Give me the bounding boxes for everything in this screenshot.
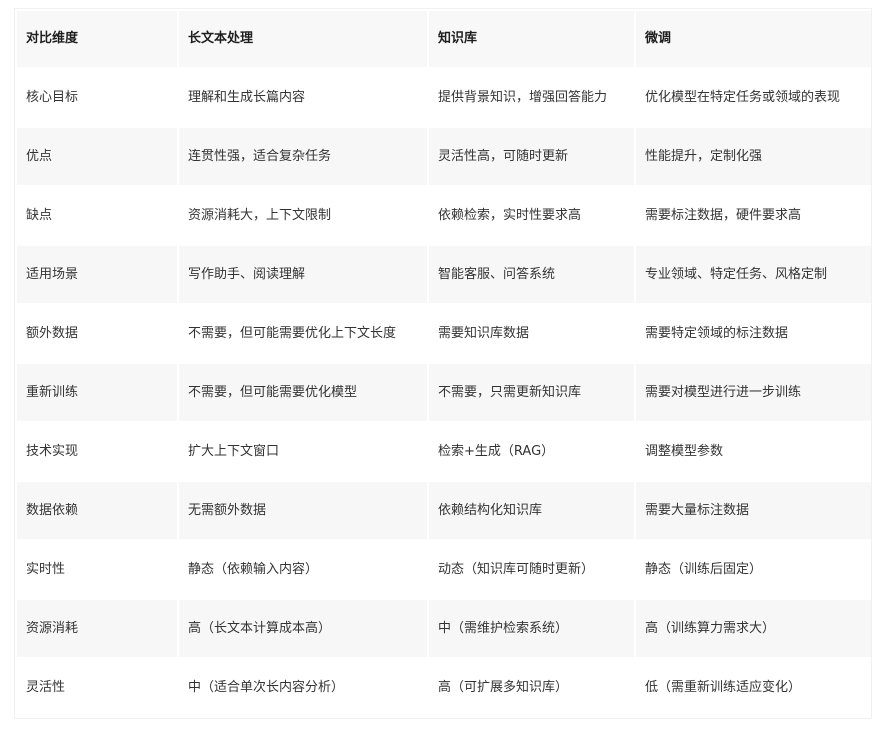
cell-dimension: 缺点: [17, 187, 177, 244]
table-body: 核心目标 理解和生成长篇内容 提供背景知识，增强回答能力 优化模型在特定任务或领域的表…: [17, 69, 871, 716]
cell-dimension: 数据依赖: [17, 482, 177, 539]
cell-knowledge-base: 动态（知识库可随时更新）: [429, 541, 634, 598]
cell-long-text: 中（适合单次长内容分析）: [179, 659, 427, 716]
cell-fine-tuning: 低（需重新训练适应变化）: [636, 659, 871, 716]
header-dimension: 对比维度: [17, 11, 177, 67]
header-fine-tuning: 微调: [636, 11, 871, 67]
cell-fine-tuning: 调整模型参数: [636, 423, 871, 480]
table-row: 灵活性 中（适合单次长内容分析） 高（可扩展多知识库） 低（需重新训练适应变化）: [17, 659, 871, 716]
header-knowledge-base: 知识库: [429, 11, 634, 67]
cell-knowledge-base: 提供背景知识，增强回答能力: [429, 69, 634, 126]
cell-dimension: 核心目标: [17, 69, 177, 126]
cell-dimension: 资源消耗: [17, 600, 177, 657]
table-row: 技术实现 扩大上下文窗口 检索+生成（RAG） 调整模型参数: [17, 423, 871, 480]
cell-knowledge-base: 高（可扩展多知识库）: [429, 659, 634, 716]
cell-fine-tuning: 需要大量标注数据: [636, 482, 871, 539]
cell-fine-tuning: 性能提升，定制化强: [636, 128, 871, 185]
cell-knowledge-base: 智能客服、问答系统: [429, 246, 634, 303]
cell-fine-tuning: 需要特定领域的标注数据: [636, 305, 871, 362]
comparison-table: 对比维度 长文本处理 知识库 微调 核心目标 理解和生成长篇内容 提供背景知识，增强…: [15, 9, 873, 718]
table-row: 缺点 资源消耗大，上下文限制 依赖检索，实时性要求高 需要标注数据，硬件要求高: [17, 187, 871, 244]
cell-long-text: 静态（依赖输入内容）: [179, 541, 427, 598]
cell-long-text: 无需额外数据: [179, 482, 427, 539]
table-row: 核心目标 理解和生成长篇内容 提供背景知识，增强回答能力 优化模型在特定任务或领域的表…: [17, 69, 871, 126]
cell-dimension: 额外数据: [17, 305, 177, 362]
cell-dimension: 灵活性: [17, 659, 177, 716]
cell-long-text: 连贯性强，适合复杂任务: [179, 128, 427, 185]
table-row: 资源消耗 高（长文本计算成本高） 中（需维护检索系统） 高（训练算力需求大）: [17, 600, 871, 657]
cell-dimension: 实时性: [17, 541, 177, 598]
cell-fine-tuning: 专业领域、特定任务、风格定制: [636, 246, 871, 303]
table-row: 适用场景 写作助手、阅读理解 智能客服、问答系统 专业领域、特定任务、风格定制: [17, 246, 871, 303]
cell-long-text: 理解和生成长篇内容: [179, 69, 427, 126]
cell-fine-tuning: 高（训练算力需求大）: [636, 600, 871, 657]
cell-long-text: 不需要，但可能需要优化上下文长度: [179, 305, 427, 362]
cell-knowledge-base: 检索+生成（RAG）: [429, 423, 634, 480]
cell-knowledge-base: 不需要，只需更新知识库: [429, 364, 634, 421]
cell-knowledge-base: 依赖检索，实时性要求高: [429, 187, 634, 244]
cell-fine-tuning: 静态（训练后固定）: [636, 541, 871, 598]
cell-knowledge-base: 依赖结构化知识库: [429, 482, 634, 539]
cell-dimension: 优点: [17, 128, 177, 185]
cell-knowledge-base: 需要知识库数据: [429, 305, 634, 362]
table-row: 额外数据 不需要，但可能需要优化上下文长度 需要知识库数据 需要特定领域的标注数据: [17, 305, 871, 362]
cell-dimension: 适用场景: [17, 246, 177, 303]
cell-long-text: 扩大上下文窗口: [179, 423, 427, 480]
cell-dimension: 技术实现: [17, 423, 177, 480]
cell-long-text: 写作助手、阅读理解: [179, 246, 427, 303]
cell-knowledge-base: 中（需维护检索系统）: [429, 600, 634, 657]
cell-long-text: 资源消耗大，上下文限制: [179, 187, 427, 244]
cell-dimension: 重新训练: [17, 364, 177, 421]
cell-long-text: 不需要，但可能需要优化模型: [179, 364, 427, 421]
header-row: 对比维度 长文本处理 知识库 微调: [17, 11, 871, 67]
cell-long-text: 高（长文本计算成本高）: [179, 600, 427, 657]
comparison-table-container: 对比维度 长文本处理 知识库 微调 核心目标 理解和生成长篇内容 提供背景知识，增强…: [14, 8, 872, 719]
table-row: 重新训练 不需要，但可能需要优化模型 不需要，只需更新知识库 需要对模型进行进一步训练: [17, 364, 871, 421]
header-long-text: 长文本处理: [179, 11, 427, 67]
cell-fine-tuning: 需要标注数据，硬件要求高: [636, 187, 871, 244]
cell-fine-tuning: 需要对模型进行进一步训练: [636, 364, 871, 421]
table-row: 优点 连贯性强，适合复杂任务 灵活性高，可随时更新 性能提升，定制化强: [17, 128, 871, 185]
table-header: 对比维度 长文本处理 知识库 微调: [17, 11, 871, 67]
table-row: 数据依赖 无需额外数据 依赖结构化知识库 需要大量标注数据: [17, 482, 871, 539]
cell-knowledge-base: 灵活性高，可随时更新: [429, 128, 634, 185]
table-row: 实时性 静态（依赖输入内容） 动态（知识库可随时更新） 静态（训练后固定）: [17, 541, 871, 598]
cell-fine-tuning: 优化模型在特定任务或领域的表现: [636, 69, 871, 126]
